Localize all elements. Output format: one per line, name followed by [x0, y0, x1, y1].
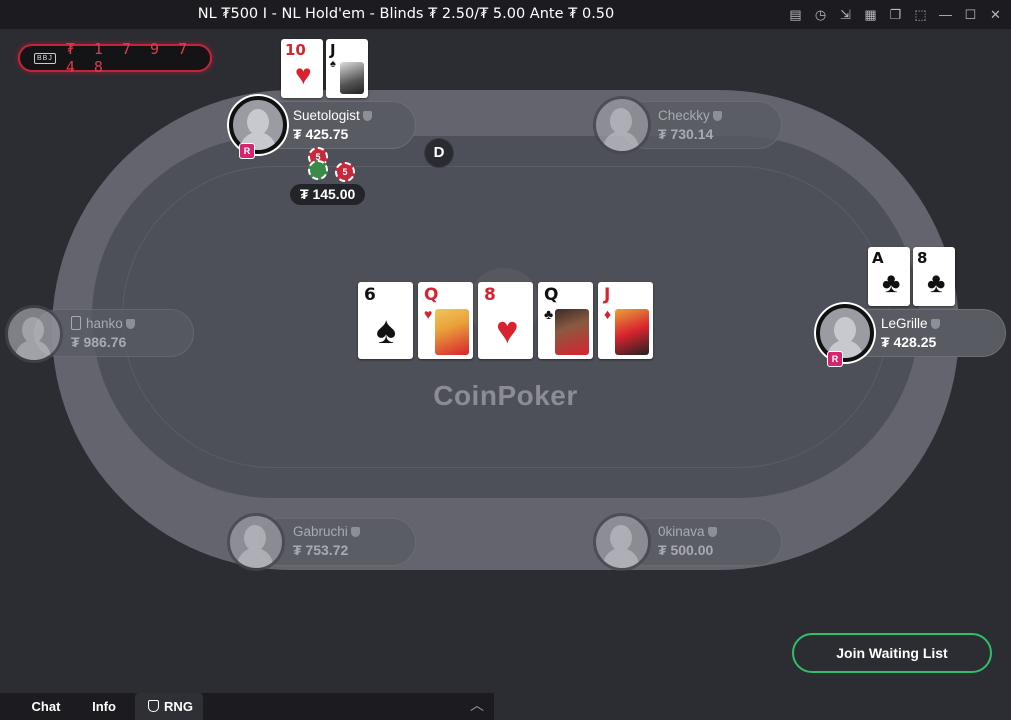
- card-suit: ♣: [927, 267, 946, 298]
- player-name-text: LeGrille: [881, 316, 928, 331]
- board-card-1: 6 ♠: [358, 282, 413, 359]
- shield-icon: [362, 111, 372, 121]
- player-name-hanko: hanko: [71, 316, 135, 331]
- player-stack-suetologist: ₮ 425.75: [293, 126, 349, 142]
- card-suit: ♠: [330, 58, 336, 70]
- dealer-button: D: [424, 138, 454, 168]
- card-suit: ♥: [424, 306, 433, 322]
- player-stack-legrille: ₮ 428.25: [881, 334, 937, 350]
- avatar-legrille: [816, 304, 874, 362]
- card-suit: ♠: [376, 310, 397, 352]
- shield-icon: [930, 319, 940, 329]
- title-bar: NL ₮500 I - NL Hold'em - Blinds ₮ 2.50/₮…: [0, 0, 1011, 29]
- board-card-5: J ♦: [598, 282, 653, 359]
- player-stack-okinava: ₮ 500.00: [658, 542, 714, 558]
- bottom-bar: Chat Info RNG ︿: [0, 693, 494, 720]
- player-stack-hanko: ₮ 986.76: [71, 334, 127, 350]
- suetologist-hole-card-1: 10 ♥: [281, 39, 323, 98]
- tab-chat[interactable]: Chat: [20, 693, 72, 720]
- player-stack-gabruchi: ₮ 753.72: [293, 542, 349, 558]
- card-suit: ♣: [882, 267, 901, 298]
- crop-icon[interactable]: ⬚: [911, 5, 930, 24]
- bbj-icon: BBJ: [34, 52, 56, 64]
- queen-face-icon: [555, 309, 589, 355]
- tab-info[interactable]: Info: [80, 693, 128, 720]
- player-name-checkky: Checkky: [658, 108, 722, 123]
- avatar-suetologist: [229, 96, 287, 154]
- bet-amount-suetologist: ₮ 145.00: [290, 184, 366, 205]
- legrille-hole-card-1: A ♣: [868, 247, 910, 306]
- shield-icon: [707, 527, 717, 537]
- card-rank: 8: [917, 249, 928, 267]
- grid-icon[interactable]: ▦: [861, 5, 880, 24]
- board-card-2: Q ♥: [418, 282, 473, 359]
- window-controls: ▤ ◷ ⇲ ▦ ❐ ⬚ — ☐ ✕: [786, 5, 1005, 24]
- card-suit: ♣: [544, 306, 554, 322]
- shield-icon: [350, 527, 360, 537]
- card-rank: J: [604, 285, 611, 305]
- jack-face-icon: [340, 62, 364, 94]
- queen-face-icon: [435, 309, 469, 355]
- jackpot-counter[interactable]: BBJ ₮ 1 7 9 7 4 8: [18, 40, 212, 76]
- player-name-text: Checkky: [658, 108, 710, 123]
- chevron-up-icon[interactable]: ︿: [470, 695, 484, 715]
- table-logo: CoinPoker: [433, 380, 578, 411]
- card-suit: ♦: [604, 306, 612, 322]
- tab-rng-label: RNG: [164, 699, 193, 714]
- player-name-text: Gabruchi: [293, 524, 348, 539]
- minimize-icon[interactable]: —: [936, 5, 955, 24]
- card-rank: Q: [424, 285, 439, 305]
- player-name-text: 0kinava: [658, 524, 705, 539]
- tab-rng[interactable]: RNG: [135, 693, 203, 720]
- player-name-gabruchi: Gabruchi: [293, 524, 360, 539]
- card-suit: ♥: [295, 59, 312, 90]
- card-rank: Q: [544, 285, 559, 305]
- avatar-gabruchi: [227, 513, 285, 571]
- avatar-okinava: [593, 513, 651, 571]
- card-rank: 6: [364, 285, 376, 305]
- card-rank: J: [330, 41, 336, 59]
- r-badge: R: [239, 143, 255, 159]
- mobile-icon: [71, 316, 81, 330]
- player-name-suetologist: Suetologist: [293, 108, 372, 123]
- player-name-text: Suetologist: [293, 108, 360, 123]
- player-name-text: hanko: [86, 316, 123, 331]
- player-stack-checkky: ₮ 730.14: [658, 126, 714, 142]
- legrille-hole-card-2: 8 ♣: [913, 247, 955, 306]
- board-card-3: 8 ♥: [478, 282, 533, 359]
- import-icon[interactable]: ⇲: [836, 5, 855, 24]
- bet-chip: 5: [335, 162, 355, 182]
- shield-icon: [125, 319, 135, 329]
- bet-chip: [308, 160, 328, 180]
- shield-icon: [712, 111, 722, 121]
- maximize-icon[interactable]: ☐: [961, 5, 980, 24]
- suetologist-hole-card-2: J ♠: [326, 39, 368, 98]
- shield-icon: [148, 700, 160, 712]
- avatar-hanko: [5, 305, 63, 363]
- card-rank: 8: [484, 285, 496, 305]
- card-rank: 10: [285, 41, 306, 59]
- clock-icon[interactable]: ◷: [811, 5, 830, 24]
- player-name-legrille: LeGrille: [881, 316, 940, 331]
- close-icon[interactable]: ✕: [986, 5, 1005, 24]
- jack-face-icon: [615, 309, 649, 355]
- avatar-checkky: [593, 96, 651, 154]
- history-icon[interactable]: ▤: [786, 5, 805, 24]
- tables-icon[interactable]: ❐: [886, 5, 905, 24]
- card-suit: ♥: [496, 310, 519, 352]
- board-card-4: Q ♣: [538, 282, 593, 359]
- jackpot-value: ₮ 1 7 9 7 4 8: [65, 40, 193, 76]
- r-badge: R: [827, 351, 843, 367]
- join-waiting-list-button[interactable]: Join Waiting List: [792, 633, 992, 673]
- card-rank: A: [872, 249, 884, 267]
- window-title: NL ₮500 I - NL Hold'em - Blinds ₮ 2.50/₮…: [197, 6, 615, 22]
- player-name-okinava: 0kinava: [658, 524, 717, 539]
